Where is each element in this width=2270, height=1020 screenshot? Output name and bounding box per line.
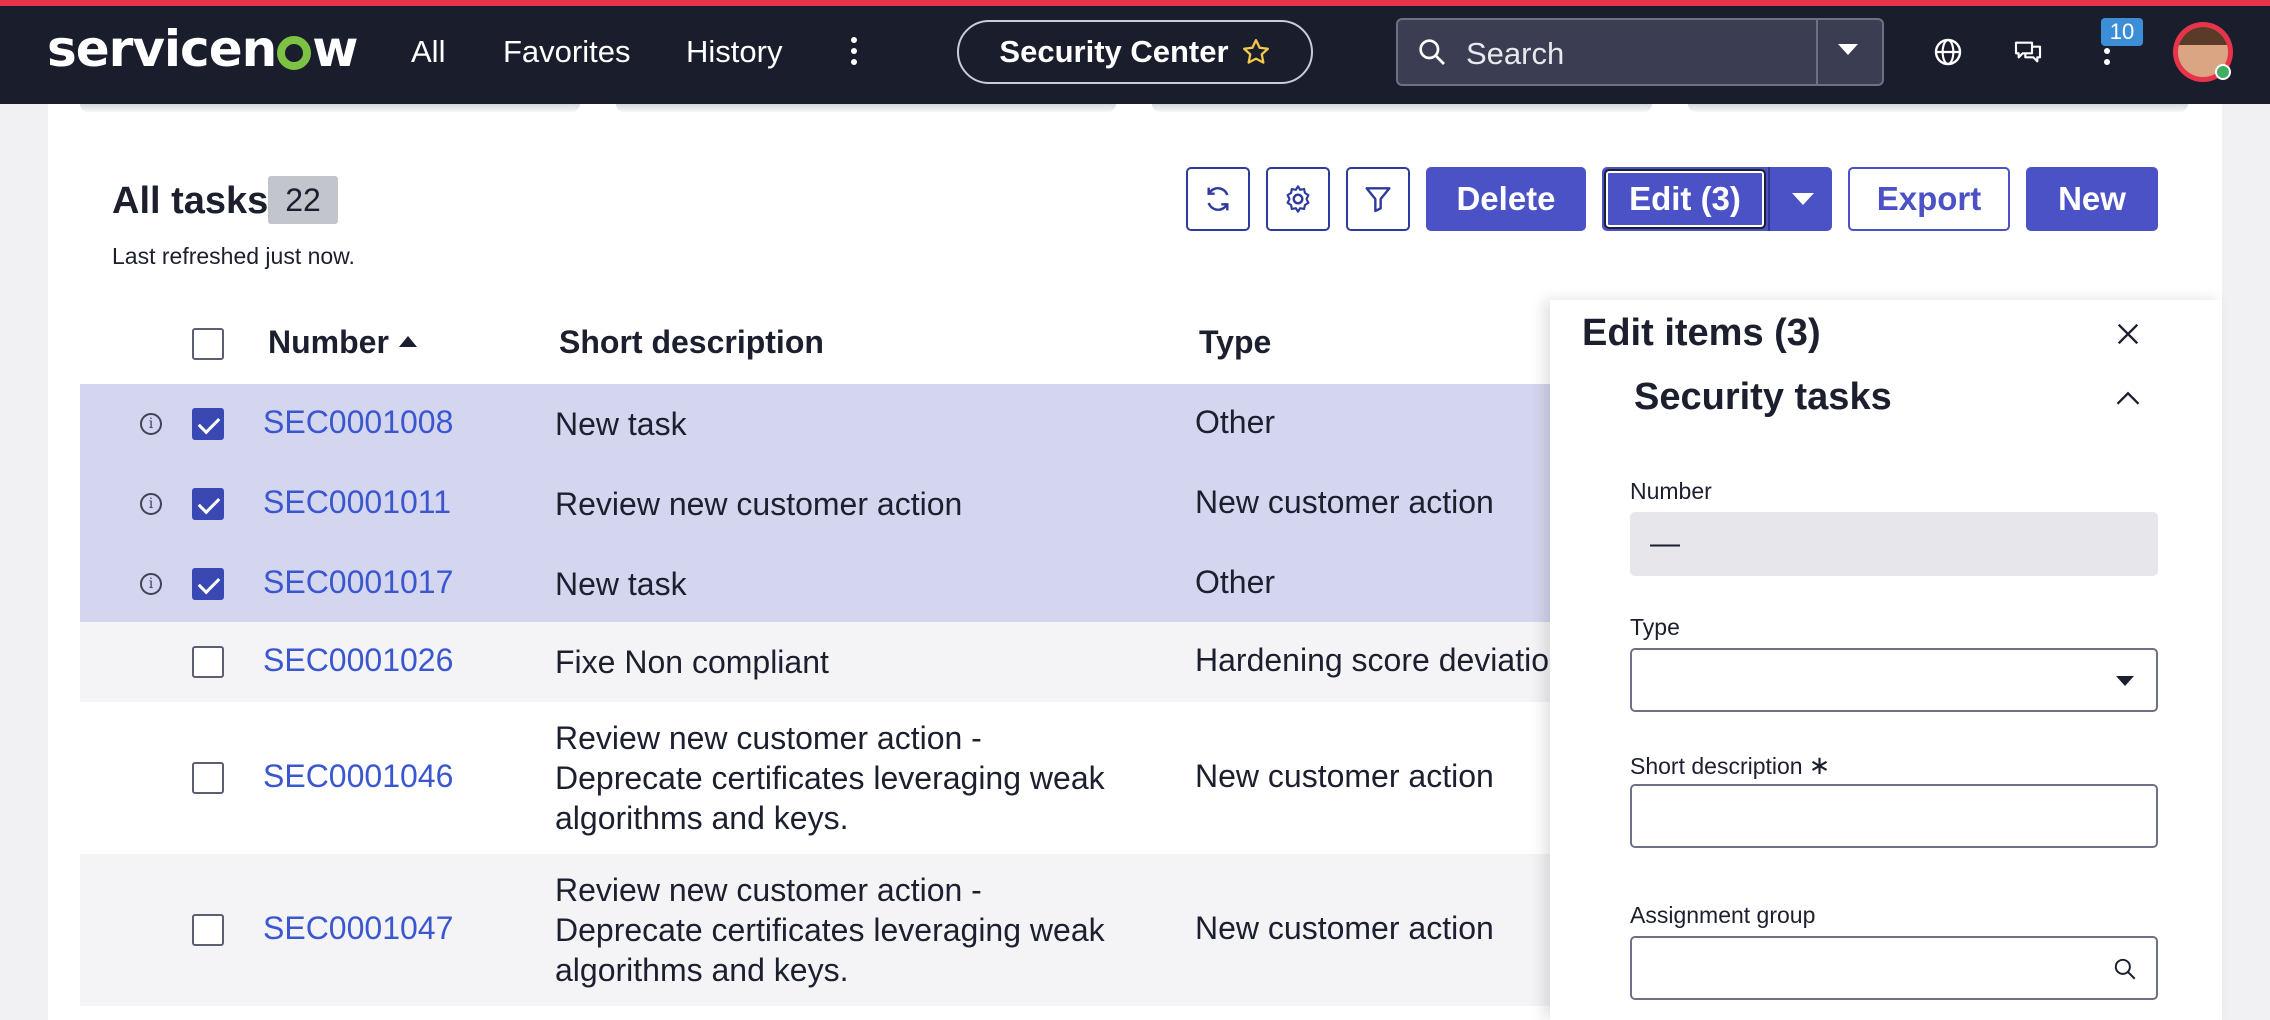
nav-all[interactable]: All <box>411 34 445 70</box>
top-navigation-bar: servicen w All Favorites History Security… <box>0 6 2270 104</box>
column-header-type[interactable]: Type <box>1199 324 1271 361</box>
record-number-link[interactable]: SEC0001026 <box>263 642 453 679</box>
notification-badge: 10 <box>2101 18 2143 46</box>
type-cell: New customer action <box>1195 758 1494 794</box>
select-all-checkbox[interactable] <box>192 328 224 360</box>
record-number-link[interactable]: SEC0001008 <box>263 404 453 441</box>
short-description-cell: Review new customer action <box>555 486 963 522</box>
column-header-number[interactable]: Number <box>268 324 417 361</box>
nav-favorites[interactable]: Favorites <box>503 34 630 70</box>
row-checkbox[interactable] <box>192 646 224 678</box>
short-description-cell: New task <box>555 406 687 442</box>
row-checkbox[interactable] <box>192 762 224 794</box>
column-header-short-description[interactable]: Short description <box>559 324 824 361</box>
refresh-icon <box>1207 187 1229 211</box>
number-label: Number <box>1630 478 1712 504</box>
refresh-button[interactable] <box>1186 167 1250 231</box>
type-label: Type <box>1630 614 1680 640</box>
star-icon[interactable] <box>1241 37 1271 67</box>
row-checkbox[interactable] <box>192 568 224 600</box>
row-checkbox[interactable] <box>192 408 224 440</box>
short-description-cell: New task <box>555 566 687 602</box>
list-title: All tasks <box>112 180 269 222</box>
delete-button[interactable]: Delete <box>1426 167 1586 231</box>
last-refreshed-text: Last refreshed just now. <box>112 243 355 269</box>
edit-items-panel: Edit items (3) Security tasks Number — T… <box>1550 300 2222 1020</box>
required-asterisk-icon: ∗ <box>1808 750 1831 780</box>
type-cell: Other <box>1195 404 1276 440</box>
record-number-link[interactable]: SEC0001046 <box>263 758 453 795</box>
search-scope-dropdown-icon[interactable] <box>1838 44 1858 55</box>
filter-icon <box>1365 187 1391 213</box>
global-search[interactable]: Search <box>1396 18 1884 86</box>
chat-icon[interactable] <box>2012 36 2044 68</box>
edit-split-button: Edit (3) <box>1602 167 1832 231</box>
type-cell: Other <box>1195 564 1276 600</box>
short-description-cell: Review new customer action - Deprecate c… <box>555 872 1105 988</box>
collapsed-widget-tab <box>80 104 580 112</box>
online-status-icon <box>2215 64 2231 80</box>
search-divider <box>1816 20 1818 84</box>
assignment-group-label: Assignment group <box>1630 902 1816 928</box>
record-number-link[interactable]: SEC0001017 <box>263 564 453 601</box>
record-count-badge: 22 <box>268 176 338 224</box>
table-row[interactable]: i SEC0001017 New task Other <box>80 544 1550 622</box>
table-row[interactable]: i SEC0001008 New task Other <box>80 384 1550 464</box>
table-row[interactable]: SEC0001047 Review new customer action - … <box>80 854 1550 1006</box>
table-row[interactable]: SEC0001026 Fixe Non compliant Hardening … <box>80 622 1567 702</box>
app-context-pill[interactable]: Security Center <box>957 20 1313 84</box>
table-row[interactable]: i SEC0001011 Review new customer action … <box>80 464 1550 544</box>
assignment-group-input[interactable] <box>1630 936 2158 1000</box>
table-header: Number Short description Type <box>80 304 1550 384</box>
row-checkbox[interactable] <box>192 488 224 520</box>
sort-ascending-icon <box>398 336 417 347</box>
record-number-link[interactable]: SEC0001011 <box>263 484 451 521</box>
search-icon <box>1419 39 1445 65</box>
record-number-link[interactable]: SEC0001047 <box>263 910 453 947</box>
type-cell: New customer action <box>1195 484 1494 520</box>
edit-options-dropdown-icon[interactable] <box>1792 193 1814 205</box>
app-context-label: Security Center <box>999 34 1229 69</box>
settings-icon <box>1286 185 1310 213</box>
type-cell: New customer action <box>1195 910 1494 946</box>
nav-history[interactable]: History <box>686 34 782 70</box>
info-icon[interactable]: i <box>140 413 162 435</box>
short-description-cell: Fixe Non compliant <box>555 644 829 680</box>
info-icon[interactable]: i <box>140 573 162 595</box>
collapsed-widget-tab <box>1688 104 2188 112</box>
more-menu-icon[interactable] <box>846 34 862 70</box>
user-avatar[interactable] <box>2173 22 2233 82</box>
row-checkbox[interactable] <box>192 914 224 946</box>
short-description-input[interactable] <box>1630 784 2158 848</box>
collapsed-widget-tab <box>1152 104 1652 112</box>
type-cell: Hardening score deviation <box>1195 642 1567 678</box>
table-row[interactable]: SEC0001046 Review new customer action - … <box>80 702 1550 854</box>
edit-split-divider <box>1768 167 1770 231</box>
section-title: Security tasks <box>1634 376 1892 418</box>
list-settings-button[interactable] <box>1266 167 1330 231</box>
lookup-search-icon[interactable] <box>2112 956 2138 982</box>
number-field: — <box>1630 512 2158 576</box>
panel-title: Edit items (3) <box>1582 312 1821 354</box>
short-description-cell: Review new customer action - Deprecate c… <box>555 720 1105 836</box>
short-description-label: Short description ∗ <box>1630 750 1831 780</box>
export-button[interactable]: Export <box>1848 167 2010 231</box>
new-button[interactable]: New <box>2026 167 2158 231</box>
chevron-up-icon[interactable] <box>2114 388 2142 408</box>
type-select[interactable] <box>1630 648 2158 712</box>
search-input[interactable]: Search <box>1466 36 1564 72</box>
servicenow-logo[interactable]: servicen w <box>47 20 358 78</box>
info-icon[interactable]: i <box>140 493 162 515</box>
collapsed-widget-tab <box>616 104 1116 112</box>
globe-icon[interactable] <box>1932 36 1964 68</box>
close-icon[interactable] <box>2114 320 2142 348</box>
edit-button[interactable]: Edit (3) <box>1604 169 1766 229</box>
dropdown-caret-icon <box>2116 676 2134 686</box>
filter-button[interactable] <box>1346 167 1410 231</box>
